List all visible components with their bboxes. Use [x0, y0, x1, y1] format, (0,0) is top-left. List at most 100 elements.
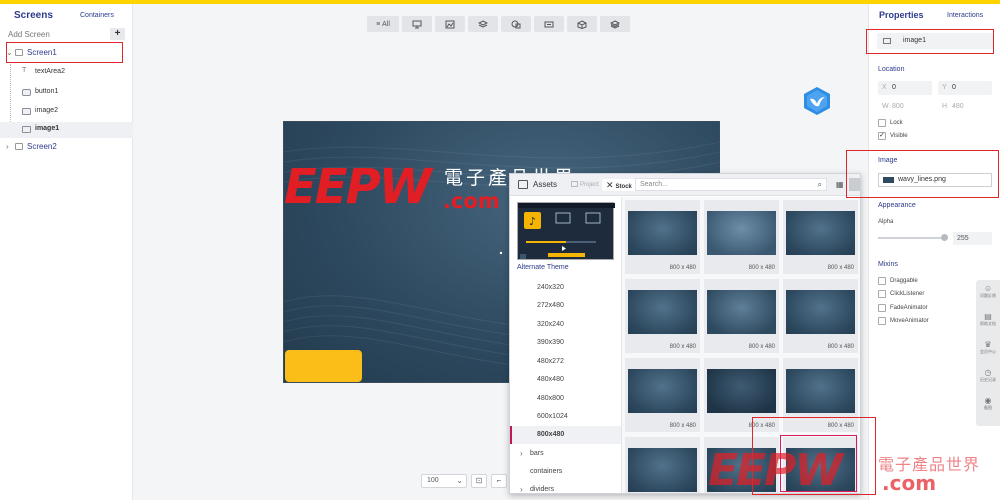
asset-thumbnail[interactable]: 800 x 480	[625, 358, 700, 432]
folder-containers[interactable]: containers	[510, 463, 621, 481]
side-tool-label: 会员中心	[980, 349, 996, 354]
folder-480x272[interactable]: 480x272	[510, 353, 621, 371]
folder-480x800[interactable]: 480x800	[510, 390, 621, 408]
text-icon: T	[22, 67, 27, 74]
x-label: X	[882, 84, 887, 91]
asset-thumbnail[interactable]: 800 x 480	[625, 200, 700, 274]
tree-item-image1[interactable]: image1	[0, 122, 133, 138]
zoom-controls: 100 ⌄ ⊡ ⌐	[421, 474, 507, 488]
y-label: Y	[942, 84, 947, 91]
watermark-domain: .com	[882, 471, 937, 495]
floating-side-toolbar: ☺ 问题反馈 ▤ 帮助文档 ♛ 会员中心 ◷ 历史记录 ◉ 截图	[976, 280, 1000, 426]
lock-checkbox[interactable]	[878, 119, 886, 127]
filter-stack-button[interactable]	[600, 16, 630, 32]
y-value: 0	[952, 84, 956, 91]
chevron-right-icon[interactable]: ›	[6, 142, 9, 151]
asset-image	[786, 369, 855, 413]
chevron-right-icon[interactable]: ›	[520, 485, 523, 493]
folder-label: 320x240	[537, 321, 564, 328]
width-field[interactable]: W 800	[878, 100, 932, 114]
folder-480x480[interactable]: 480x480	[510, 371, 621, 389]
asset-size: 800 x 480	[748, 344, 775, 350]
fadeanimator-checkbox[interactable]	[878, 304, 886, 312]
w-value: 800	[892, 103, 904, 110]
asset-thumbnail[interactable]	[625, 437, 700, 493]
height-field[interactable]: H 480	[938, 100, 992, 114]
image-icon	[22, 126, 31, 133]
filter-widgets-button[interactable]	[402, 16, 432, 32]
highlight-box-image	[846, 150, 999, 198]
asset-thumbnail[interactable]: 800 x 480	[625, 279, 700, 353]
bird-logo-icon[interactable]	[802, 86, 832, 116]
side-tool-label: 帮助文档	[980, 321, 996, 326]
tree-item-textarea2[interactable]: T textArea2	[0, 65, 133, 81]
tree-item-label: image2	[35, 107, 58, 114]
folder-240x320[interactable]: 240x320	[510, 279, 621, 297]
alpha-slider-track[interactable]	[878, 237, 948, 239]
asset-thumbnail[interactable]: 800 x 480	[704, 279, 779, 353]
alpha-value-field[interactable]: 255	[953, 232, 992, 245]
filter-images-button[interactable]	[435, 16, 465, 32]
search-icon[interactable]: ⌕	[818, 179, 822, 190]
tree-item-screen2[interactable]: › Screen2	[0, 139, 133, 155]
eepw-logo-domain: .com	[443, 189, 500, 213]
folder-272x480[interactable]: 272x480	[510, 297, 621, 315]
theme-label[interactable]: Alternate Theme	[517, 264, 569, 271]
tree-item-button1[interactable]: button1	[0, 85, 133, 101]
tree-item-image2[interactable]: image2	[0, 104, 133, 120]
theme-preview-image: ♪	[518, 203, 615, 259]
alpha-slider-handle[interactable]	[941, 234, 948, 241]
tab-project-label: Project	[580, 182, 599, 188]
screens-tabs: Screens Containers	[0, 4, 132, 26]
crop-button[interactable]: ⌐	[491, 474, 507, 488]
grid-view-icon[interactable]: ▦	[836, 180, 844, 189]
add-screen-button[interactable]: +	[110, 28, 125, 40]
zoom-select[interactable]: 100 ⌄	[421, 474, 467, 488]
filter-all-button[interactable]: ≡ All	[367, 16, 399, 32]
docs-tool[interactable]: ▤ 帮助文档	[979, 312, 997, 327]
filter-text-button[interactable]	[534, 16, 564, 32]
chevron-right-icon[interactable]: ›	[520, 449, 523, 458]
y-field[interactable]: Y0	[938, 81, 992, 95]
folder-dividers[interactable]: › dividers	[510, 481, 621, 493]
asset-thumbnail[interactable]: 800 x 480	[704, 200, 779, 274]
stock-x-icon: ✕	[606, 180, 614, 190]
tab-containers[interactable]: Containers	[80, 12, 114, 19]
search-placeholder: Search...	[640, 181, 669, 188]
appearance-title: Appearance	[878, 202, 916, 209]
tab-interactions[interactable]: Interactions	[947, 12, 983, 19]
folder-bars[interactable]: › bars	[510, 445, 621, 463]
button1-widget[interactable]	[285, 350, 362, 382]
folder-600x1024[interactable]: 600x1024	[510, 408, 621, 426]
folder-390x390[interactable]: 390x390	[510, 334, 621, 352]
asset-image	[786, 290, 855, 334]
assets-search-input[interactable]: Search... ⌕	[635, 178, 827, 191]
draggable-checkbox[interactable]	[878, 277, 886, 285]
feedback-tool[interactable]: ☺ 问题反馈	[979, 284, 997, 299]
visible-checkbox[interactable]: ✓	[878, 132, 886, 140]
member-tool[interactable]: ♛ 会员中心	[979, 340, 997, 355]
folder-label: dividers	[530, 486, 555, 493]
filter-shapes-button[interactable]	[501, 16, 531, 32]
x-value: 0	[892, 84, 896, 91]
folder-800x480[interactable]: 800x480	[510, 426, 621, 444]
theme-thumbnail[interactable]: ♪	[517, 202, 615, 260]
filter-all-label: All	[382, 20, 390, 28]
folder-320x240[interactable]: 320x240	[510, 316, 621, 334]
x-field[interactable]: X0	[878, 81, 932, 95]
filter-3d-button[interactable]	[567, 16, 597, 32]
screenshot-tool[interactable]: ◉ 截图	[979, 396, 997, 411]
filter-layers-button[interactable]	[468, 16, 498, 32]
fit-screen-button[interactable]: ⊡	[471, 474, 487, 488]
tab-project[interactable]: Project	[567, 179, 603, 191]
history-tool[interactable]: ◷ 历史记录	[979, 368, 997, 383]
asset-thumbnail[interactable]: 800 x 480	[783, 200, 858, 274]
clicklistener-checkbox[interactable]	[878, 290, 886, 298]
tab-stock[interactable]: ✕ Stock	[602, 179, 636, 191]
tab-properties[interactable]: Properties	[879, 10, 924, 20]
folder-label: 800x480	[537, 431, 565, 438]
tree-item-label: Screen2	[27, 142, 57, 151]
moveanimator-checkbox[interactable]	[878, 317, 886, 325]
asset-thumbnail[interactable]: 800 x 480	[783, 279, 858, 353]
tab-screens[interactable]: Screens	[14, 10, 53, 21]
